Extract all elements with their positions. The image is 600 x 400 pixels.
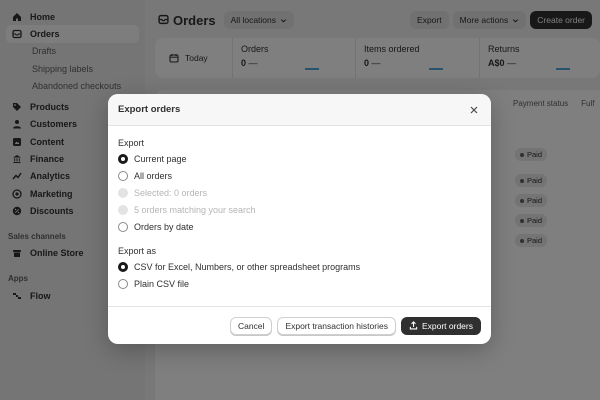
upload-icon: [409, 321, 418, 330]
radio-orders-by-date[interactable]: Orders by date: [118, 218, 481, 235]
radio-button: [118, 204, 128, 215]
dialog-title: Export orders: [118, 104, 181, 115]
export-orders-dialog: Export orders Export Current page All or…: [108, 94, 491, 344]
radio-current-page[interactable]: Current page: [118, 150, 481, 167]
radio-button: [118, 187, 128, 198]
cancel-label: Cancel: [237, 320, 265, 331]
cancel-button[interactable]: Cancel: [229, 316, 273, 335]
radio-label: CSV for Excel, Numbers, or other spreads…: [134, 261, 361, 272]
export-format-label: Export as: [118, 245, 157, 256]
radio-label: All orders: [134, 170, 173, 181]
export-transaction-histories-button[interactable]: Export transaction histories: [277, 316, 396, 335]
radio-button[interactable]: [118, 221, 128, 232]
radio-plain-csv[interactable]: Plain CSV file: [118, 275, 481, 292]
radio-button[interactable]: [118, 170, 128, 181]
dialog-header: Export orders: [108, 94, 491, 126]
radio-button[interactable]: [118, 153, 128, 164]
radio-matching-orders: 5 orders matching your search: [118, 201, 481, 218]
export-transactions-label: Export transaction histories: [285, 320, 388, 331]
radio-selected-orders: Selected: 0 orders: [118, 184, 481, 201]
export-scope-label: Export: [118, 137, 145, 148]
radio-label: Plain CSV file: [134, 278, 190, 289]
radio-csv-excel[interactable]: CSV for Excel, Numbers, or other spreads…: [118, 258, 481, 275]
export-orders-label: Export orders: [421, 320, 473, 331]
radio-label: 5 orders matching your search: [134, 204, 256, 215]
dialog-body: Export Current page All orders Selected:…: [108, 126, 491, 292]
radio-label: Selected: 0 orders: [134, 187, 208, 198]
export-orders-button[interactable]: Export orders: [400, 316, 481, 335]
radio-button[interactable]: [118, 278, 128, 289]
radio-label: Orders by date: [134, 221, 194, 232]
radio-label: Current page: [134, 153, 187, 164]
radio-all-orders[interactable]: All orders: [118, 167, 481, 184]
radio-button[interactable]: [118, 261, 128, 272]
dialog-footer: Cancel Export transaction histories Expo…: [108, 306, 491, 344]
close-icon[interactable]: [467, 103, 481, 117]
